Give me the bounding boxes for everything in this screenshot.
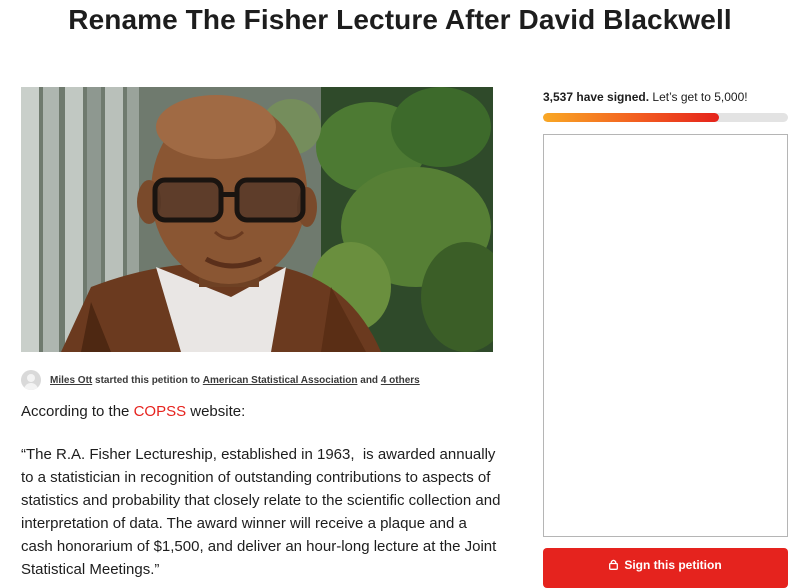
- petition-description: According to the COPSS website: “The R.A…: [21, 400, 501, 581]
- signature-progress-bar: [543, 113, 788, 122]
- intro-paragraph: According to the COPSS website:: [21, 400, 501, 423]
- page-title: Rename The Fisher Lecture After David Bl…: [68, 4, 732, 35]
- signature-progress-fill: [543, 113, 720, 122]
- signed-count-text: 3,537 have signed.: [543, 90, 650, 104]
- sign-petition-button[interactable]: Sign this petition: [543, 548, 788, 588]
- starter-name-link[interactable]: Miles Ott: [50, 375, 92, 386]
- copss-link[interactable]: COPSS: [134, 403, 187, 420]
- goal-text: Let’s get to 5,000!: [649, 90, 748, 104]
- starter-and-text: and: [357, 374, 381, 386]
- intro-suffix: website:: [186, 403, 246, 420]
- starter-started-text: started this petition to: [92, 374, 203, 386]
- intro-prefix: According to the: [21, 403, 134, 420]
- starter-others-link[interactable]: 4 others: [381, 375, 420, 386]
- quote-paragraph: “The R.A. Fisher Lectureship, establishe…: [21, 446, 505, 578]
- avatar: [21, 370, 41, 390]
- starter-target-link[interactable]: American Statistical Association: [203, 375, 358, 386]
- petition-starter-line: Miles Ott started this petition to Ameri…: [21, 370, 420, 390]
- sign-petition-label: Sign this petition: [624, 558, 722, 572]
- petition-photo: [21, 87, 493, 352]
- signature-count: 3,537 have signed. Let’s get to 5,000!: [543, 90, 748, 104]
- sign-form-panel: [543, 134, 788, 537]
- lock-icon: [609, 559, 619, 570]
